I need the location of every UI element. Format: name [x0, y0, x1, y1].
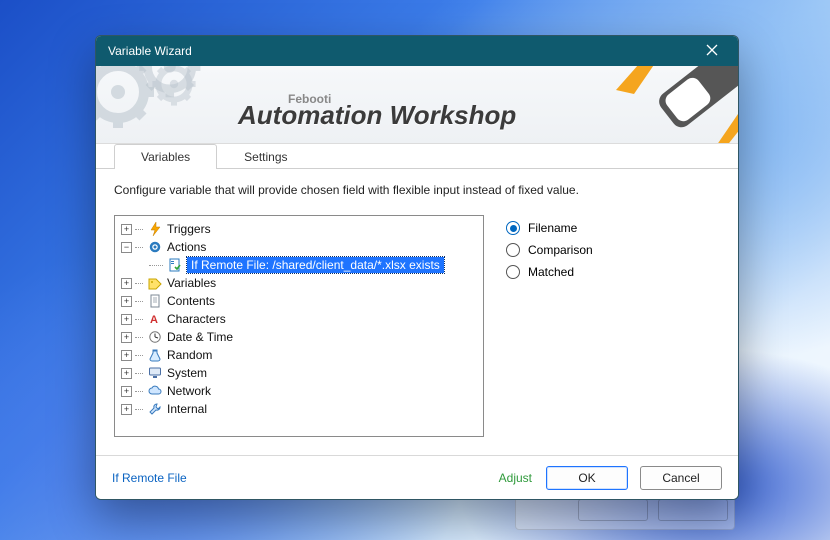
titlebar[interactable]: Variable Wizard [96, 36, 738, 66]
radio-matched[interactable]: Matched [506, 261, 720, 283]
radio-group: Filename Comparison Matched [502, 215, 720, 455]
gear-icon [147, 239, 163, 255]
variable-tree[interactable]: + Triggers − Actions If Remote File: /sh… [114, 215, 484, 437]
expand-icon[interactable]: + [121, 404, 132, 415]
tree-node-internal[interactable]: + Internal [117, 400, 481, 418]
radio-label: Matched [528, 265, 574, 279]
tag-icon [147, 275, 163, 291]
variable-wizard-dialog: Variable Wizard [95, 35, 739, 500]
tree-node-datetime[interactable]: + Date & Time [117, 328, 481, 346]
cancel-button[interactable]: Cancel [640, 466, 722, 490]
tree-selected-label: If Remote File: /shared/client_data/*.xl… [187, 257, 444, 273]
tree-node-system[interactable]: + System [117, 364, 481, 382]
ok-button[interactable]: OK [546, 466, 628, 490]
expand-icon[interactable]: + [121, 332, 132, 343]
collapse-icon[interactable]: − [121, 242, 132, 253]
radio-label: Filename [528, 221, 577, 235]
radio-dot-icon [506, 243, 520, 257]
svg-text:A: A [150, 314, 158, 326]
document-icon [147, 293, 163, 309]
radio-dot-icon [506, 265, 520, 279]
radio-comparison[interactable]: Comparison [506, 239, 720, 261]
wrench-icon [147, 401, 163, 417]
tree-node-if-remote-file[interactable]: If Remote File: /shared/client_data/*.xl… [117, 256, 481, 274]
expand-icon[interactable]: + [121, 368, 132, 379]
bolt-icon [147, 221, 163, 237]
expand-icon[interactable]: + [121, 314, 132, 325]
radio-label: Comparison [528, 243, 593, 257]
tab-settings[interactable]: Settings [217, 144, 314, 169]
window-title: Variable Wizard [108, 44, 192, 58]
tab-variables[interactable]: Variables [114, 144, 217, 169]
expand-icon[interactable]: + [121, 296, 132, 307]
document-check-icon [167, 257, 183, 273]
close-icon[interactable] [696, 43, 728, 59]
brand-title: Automation Workshop [238, 100, 516, 131]
expand-icon[interactable]: + [121, 278, 132, 289]
cloud-icon [147, 383, 163, 399]
radio-filename[interactable]: Filename [506, 217, 720, 239]
clock-icon [147, 329, 163, 345]
expand-icon[interactable]: + [121, 386, 132, 397]
tree-node-network[interactable]: + Network [117, 382, 481, 400]
flask-icon [147, 347, 163, 363]
letter-a-icon: A [147, 311, 163, 327]
desktop-wallpaper: Variable Wizard [0, 0, 830, 540]
radio-dot-icon [506, 221, 520, 235]
dialog-banner: Febooti Automation Workshop [96, 66, 738, 144]
tree-node-variables[interactable]: + Variables [117, 274, 481, 292]
expand-icon[interactable]: + [121, 224, 132, 235]
monitor-icon [147, 365, 163, 381]
dialog-footer: If Remote File Adjust OK Cancel [96, 455, 738, 499]
instruction-text: Configure variable that will provide cho… [114, 179, 720, 207]
tree-node-triggers[interactable]: + Triggers [117, 220, 481, 238]
tab-bar: Variables Settings [96, 143, 738, 169]
eraser-icon [610, 66, 738, 144]
tree-node-actions[interactable]: − Actions [117, 238, 481, 256]
tree-node-characters[interactable]: + A Characters [117, 310, 481, 328]
footer-link[interactable]: If Remote File [112, 471, 187, 485]
tree-node-contents[interactable]: + Contents [117, 292, 481, 310]
expand-icon[interactable]: + [121, 350, 132, 361]
tree-node-random[interactable]: + Random [117, 346, 481, 364]
adjust-link[interactable]: Adjust [499, 471, 532, 485]
